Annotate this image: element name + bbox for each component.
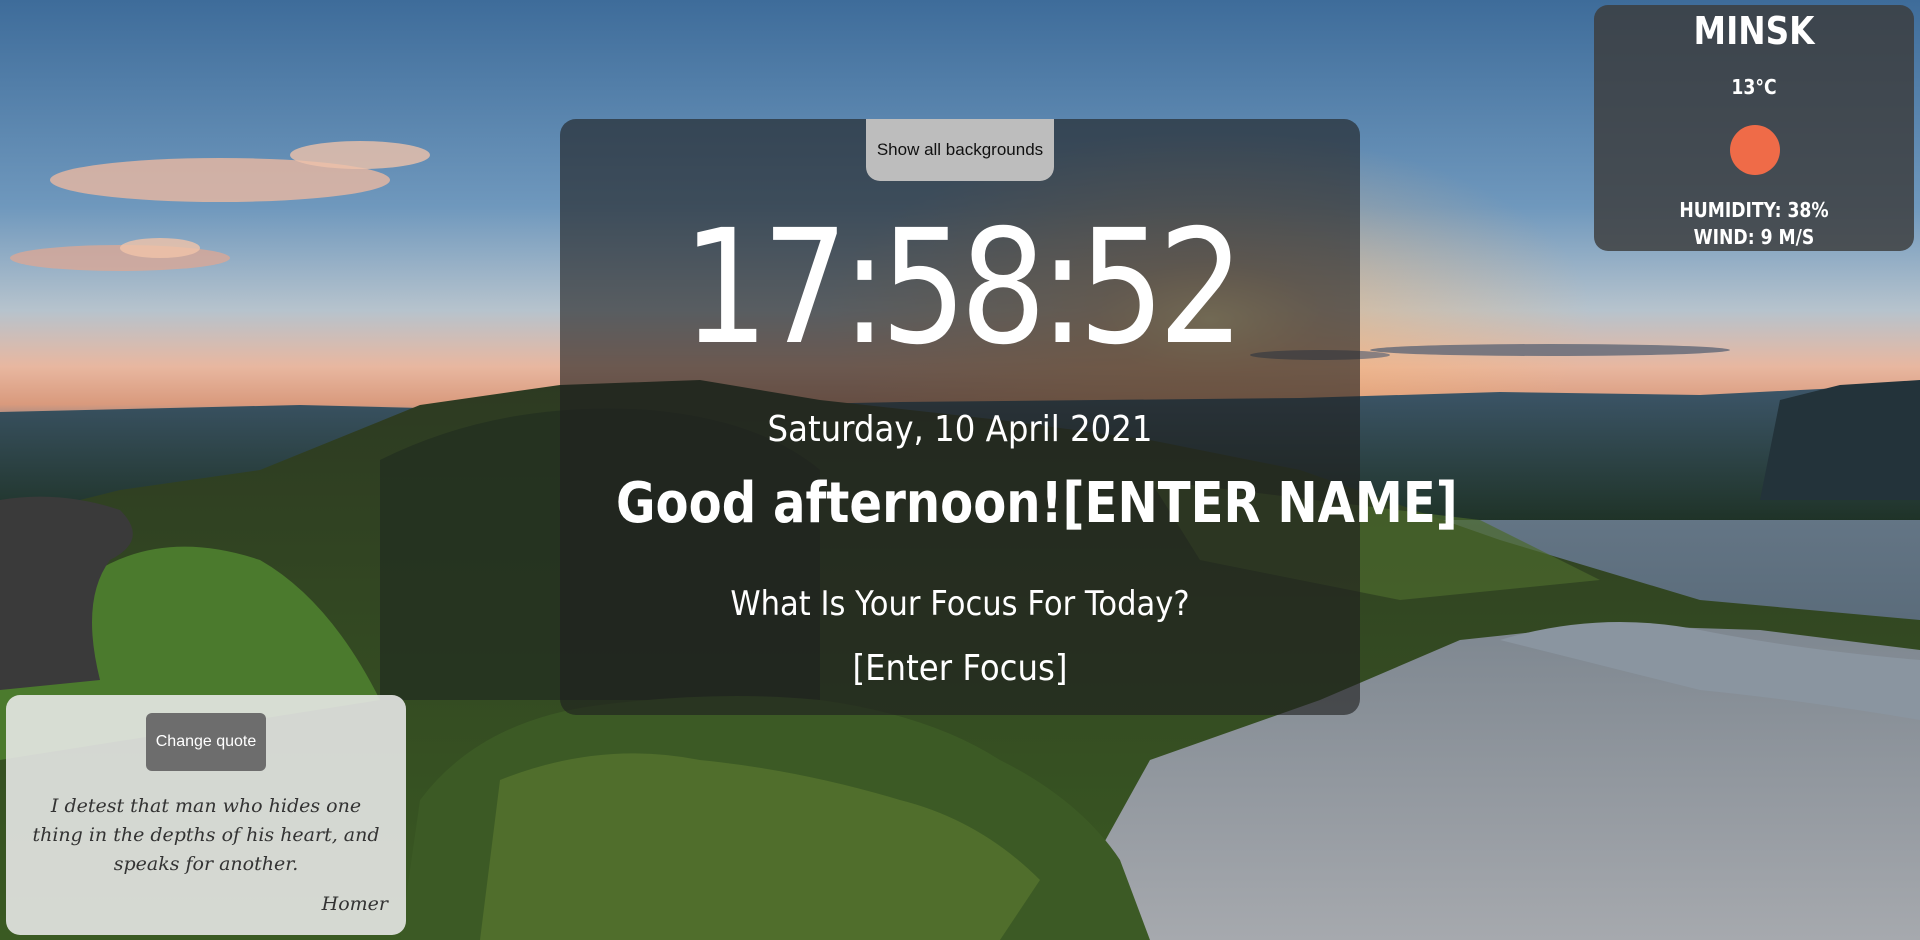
sun-icon: [1730, 125, 1780, 175]
quote-text: I detest that man who hides one thing in…: [32, 795, 380, 875]
main-panel: Show all backgrounds 17:58:52 Saturday, …: [560, 119, 1458, 715]
weather-humidity: HUMIDITY: 38%: [1679, 198, 1829, 222]
greeting-text: Good afternoon!: [616, 471, 1063, 536]
clock-time: 17:58:52: [682, 196, 1244, 380]
quote-widget: Change quote I detest that man who hides…: [6, 695, 406, 935]
show-all-backgrounds-button[interactable]: Show all backgrounds: [866, 119, 1054, 181]
name-input[interactable]: [ENTER NAME]: [1063, 471, 1458, 536]
weather-wind: WIND: 9 M/S: [1693, 225, 1815, 249]
weather-widget: MINSK 13°C HUMIDITY: 38% WIND: 9 M/S: [1594, 5, 1914, 251]
greeting: Good afternoon![ENTER NAME]: [616, 471, 1458, 536]
weather-city[interactable]: MINSK: [1616, 9, 1891, 53]
weather-temperature: 13°C: [1731, 75, 1777, 99]
clock-date: Saturday, 10 April 2021: [767, 409, 1153, 450]
quote-author: Homer: [321, 893, 388, 915]
focus-question: What Is Your Focus For Today?: [730, 584, 1190, 624]
change-quote-button[interactable]: Change quote: [146, 713, 266, 771]
focus-input[interactable]: [Enter Focus]: [600, 648, 1320, 689]
